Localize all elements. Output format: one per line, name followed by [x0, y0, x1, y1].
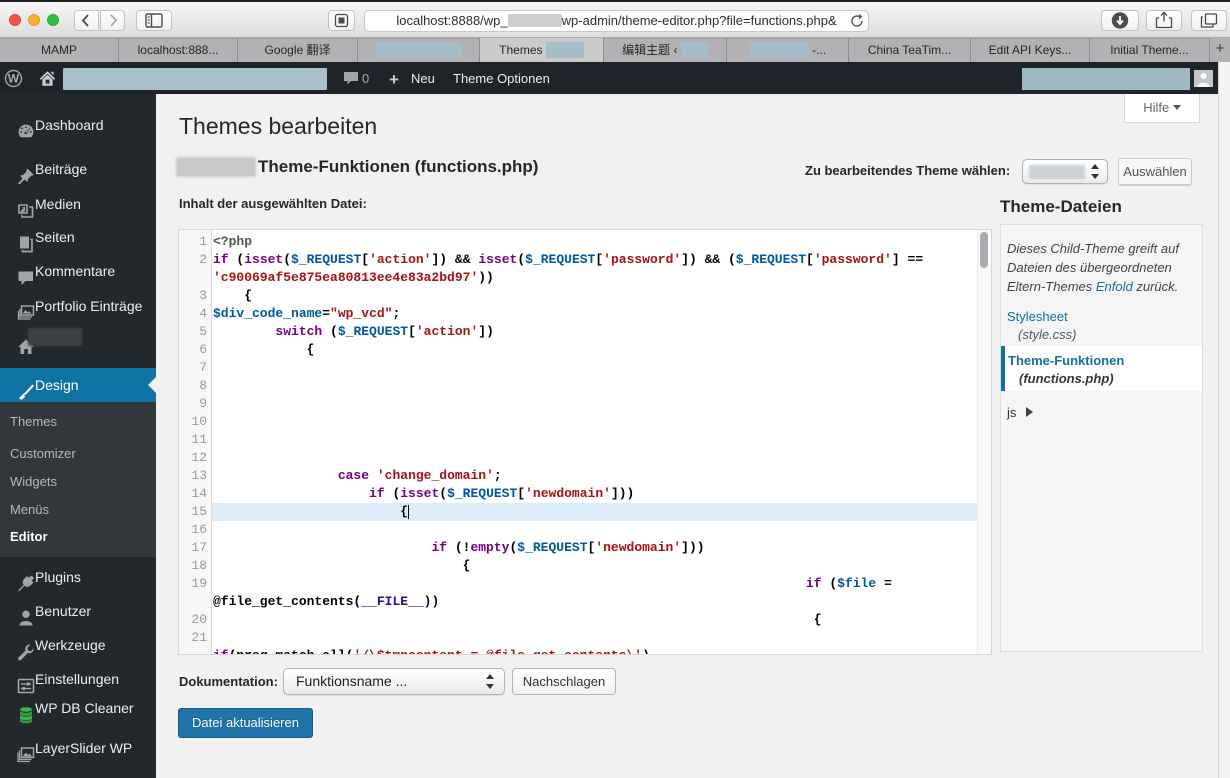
svg-text:W: W	[8, 71, 20, 85]
